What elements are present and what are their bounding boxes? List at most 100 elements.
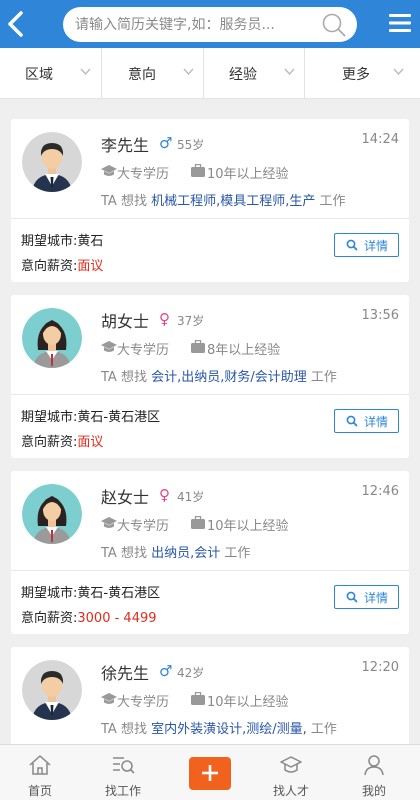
expected-salary: 意向薪资:3000 - 4499 xyxy=(21,607,157,626)
search-input[interactable] xyxy=(75,14,315,36)
candidate-name: 赵女士 xyxy=(101,488,150,507)
seek-jobs: 机械工程师,模具工程师,生产 xyxy=(151,194,316,209)
male-avatar-icon xyxy=(22,132,82,192)
detail-button[interactable]: 详情 xyxy=(334,409,399,433)
seek-jobs-line: TA 想找 室内外装潢设计,测绘/测量, 工作 xyxy=(101,718,337,737)
candidate-card[interactable]: 李先生 ♂ 55岁 14:24 大专学历 10年以上经验 TA 想找 机械工程师… xyxy=(11,119,409,282)
briefcase-icon xyxy=(191,692,205,705)
detail-label: 详情 xyxy=(364,591,389,605)
tab-home[interactable]: 首页 xyxy=(0,745,80,800)
female-gender-icon: ♀ xyxy=(159,486,170,504)
tab-label: 我的 xyxy=(361,784,386,798)
detail-button[interactable]: 详情 xyxy=(334,233,399,257)
candidate-age: 41岁 xyxy=(177,490,205,504)
chevron-down-icon xyxy=(80,68,91,76)
graduation-cap-icon xyxy=(101,165,117,176)
post-button[interactable] xyxy=(189,757,231,790)
seek-jobs-line: TA 想找 机械工程师,模具工程师,生产 工作 xyxy=(101,190,346,209)
search-icon[interactable] xyxy=(321,12,347,38)
candidate-education: 大专学历 xyxy=(117,343,170,358)
filter-label: 经验 xyxy=(229,67,257,83)
post-time: 13:56 xyxy=(361,308,399,323)
tab-me[interactable]: 我的 xyxy=(334,745,414,800)
seek-jobs-line: TA 想找 会计,出纳员,财务/会计助理 工作 xyxy=(101,366,337,385)
graduation-cap-icon xyxy=(101,693,117,704)
candidate-card[interactable]: 胡女士 ♀ 37岁 13:56 大专学历 8年以上经验 TA 想找 会计,出纳员… xyxy=(11,295,409,458)
filter-experience[interactable]: 经验 xyxy=(204,48,304,99)
candidate-age: 42岁 xyxy=(177,666,205,680)
seek-prefix: TA 想找 xyxy=(101,370,147,385)
seek-suffix: 工作 xyxy=(224,546,251,561)
filter-label: 更多 xyxy=(342,67,370,83)
candidate-education: 大专学历 xyxy=(117,167,170,182)
tab-find-talent[interactable]: 找人才 xyxy=(251,745,331,800)
city-value: 黄石-黄石港区 xyxy=(77,586,161,601)
seek-suffix: 工作 xyxy=(310,722,337,737)
tab-find-job[interactable]: 找工作 xyxy=(83,745,163,800)
graduation-cap-icon xyxy=(101,517,117,528)
card-divider xyxy=(11,218,409,219)
filter-label: 区域 xyxy=(25,67,53,83)
salary-label: 意向薪资: xyxy=(21,259,78,274)
expected-city: 期望城市:黄石-黄石港区 xyxy=(21,406,160,425)
filter-label: 意向 xyxy=(128,67,156,83)
female-avatar-icon xyxy=(22,308,82,368)
city-label: 期望城市: xyxy=(21,586,78,601)
card-divider xyxy=(11,570,409,571)
male-avatar-icon xyxy=(22,660,82,720)
candidate-experience: 8年以上经验 xyxy=(207,343,281,358)
plus-icon xyxy=(202,765,218,781)
detail-button[interactable]: 详情 xyxy=(334,585,399,609)
city-label: 期望城市: xyxy=(21,234,78,249)
find-job-icon xyxy=(113,757,135,774)
post-time: 12:46 xyxy=(361,484,399,499)
search-icon xyxy=(346,415,358,427)
briefcase-icon xyxy=(191,516,205,529)
post-time: 14:24 xyxy=(361,132,399,147)
candidate-experience: 10年以上经验 xyxy=(207,519,289,534)
search-icon xyxy=(346,591,358,603)
briefcase-icon xyxy=(191,340,205,353)
filter-intent[interactable]: 意向 xyxy=(102,48,203,99)
tab-label: 找工作 xyxy=(104,784,141,798)
male-gender-icon: ♂ xyxy=(159,134,173,152)
candidate-name: 胡女士 xyxy=(101,312,150,331)
bottom-tab-bar: 首页 找工作 找人才 我的 xyxy=(0,744,420,800)
search-icon xyxy=(346,239,358,251)
candidate-age: 55岁 xyxy=(177,138,205,152)
candidate-experience: 10年以上经验 xyxy=(207,695,289,710)
expected-salary: 意向薪资:面议 xyxy=(21,431,103,450)
seek-suffix: 工作 xyxy=(310,370,337,385)
candidate-education: 大专学历 xyxy=(117,519,170,534)
city-label: 期望城市: xyxy=(21,410,78,425)
expected-city: 期望城市:黄石 xyxy=(21,230,103,249)
menu-icon[interactable] xyxy=(388,12,412,34)
chevron-down-icon xyxy=(393,68,404,76)
search-box[interactable] xyxy=(63,7,357,42)
post-time: 12:20 xyxy=(361,660,399,675)
candidate-card[interactable]: 徐先生 ♂ 42岁 12:20 大专学历 10年以上经验 TA 想找 室内外装潢… xyxy=(11,647,409,757)
candidate-card[interactable]: 赵女士 ♀ 41岁 12:46 大专学历 10年以上经验 TA 想找 出纳员,会… xyxy=(11,471,409,634)
candidate-name: 徐先生 xyxy=(101,664,150,683)
card-divider xyxy=(11,394,409,395)
seek-prefix: TA 想找 xyxy=(101,722,147,737)
back-arrow-icon[interactable] xyxy=(4,8,28,40)
tab-label: 找人才 xyxy=(272,784,309,798)
seek-jobs: 出纳员,会计 xyxy=(151,546,221,561)
chevron-down-icon xyxy=(183,68,194,76)
female-gender-icon: ♀ xyxy=(159,310,170,328)
salary-value: 面议 xyxy=(77,259,104,274)
candidate-experience: 10年以上经验 xyxy=(207,167,289,182)
candidate-education: 大专学历 xyxy=(117,695,170,710)
candidate-age: 37岁 xyxy=(177,314,205,328)
detail-label: 详情 xyxy=(364,239,389,253)
find-talent-icon xyxy=(280,756,302,773)
city-value: 黄石-黄石港区 xyxy=(77,410,161,425)
expected-salary: 意向薪资:面议 xyxy=(21,255,103,274)
filter-more[interactable]: 更多 xyxy=(305,48,420,99)
home-icon xyxy=(29,755,51,775)
chevron-down-icon xyxy=(284,68,295,76)
user-icon xyxy=(364,755,384,776)
expected-city: 期望城市:黄石-黄石港区 xyxy=(21,582,160,601)
filter-area[interactable]: 区域 xyxy=(0,48,101,99)
